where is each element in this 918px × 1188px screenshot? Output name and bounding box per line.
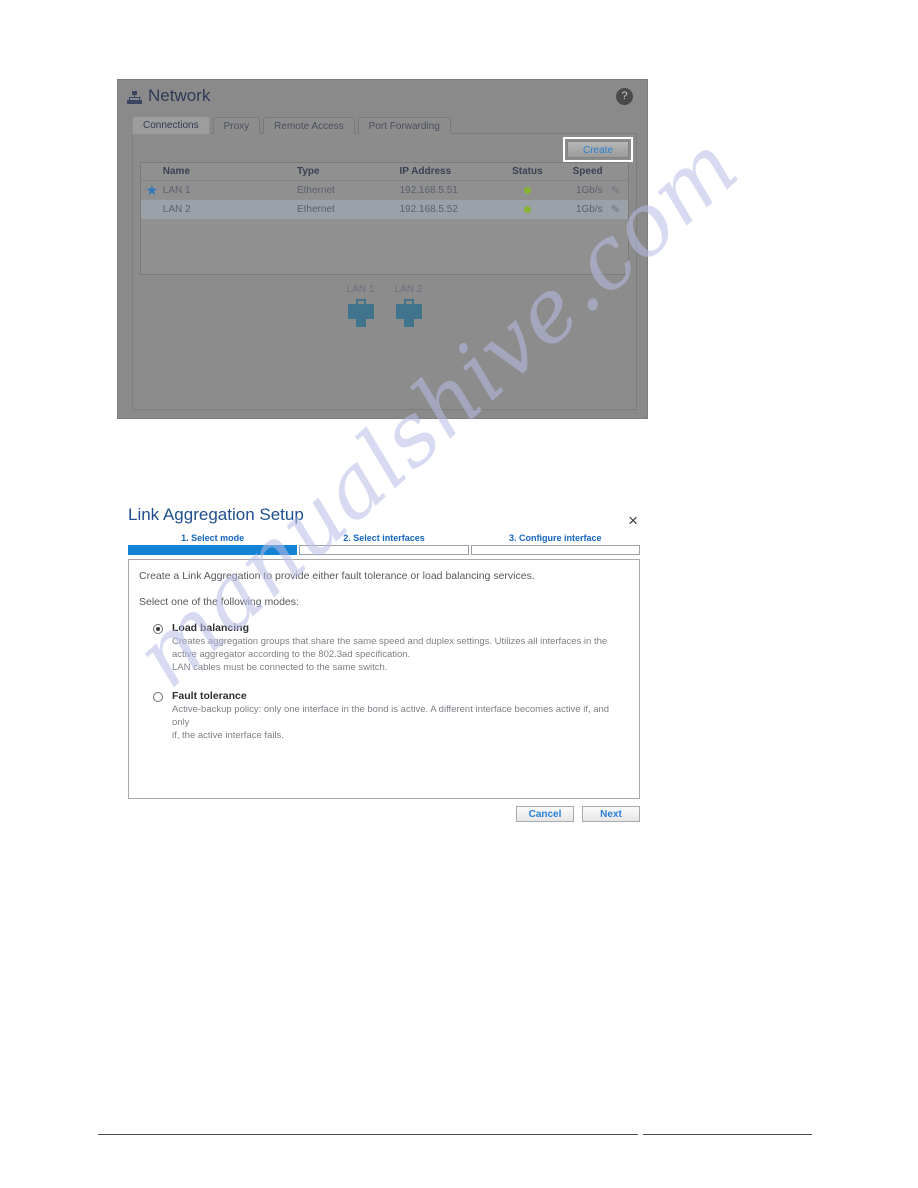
rj45-port-icon xyxy=(395,299,422,329)
step-1-label: 1. Select mode xyxy=(181,533,245,543)
row-type: Ethernet xyxy=(296,204,335,215)
row-type: Ethernet xyxy=(296,185,335,196)
mode-fault-tolerance-desc-line1: Active-backup policy: only one interface… xyxy=(172,704,610,729)
help-icon[interactable]: ? xyxy=(616,88,633,105)
step-3-progress-bar xyxy=(470,545,640,555)
dialog-content-panel: Create a Link Aggregation to provide eit… xyxy=(128,559,640,799)
status-badge xyxy=(499,204,555,215)
column-header-speed: Speed xyxy=(572,166,603,177)
mode-load-balancing-desc-line3: LAN cables must be connected to the same… xyxy=(172,661,388,673)
row-name: LAN 1 xyxy=(162,185,191,196)
create-button-focus-ring: Create xyxy=(563,137,633,162)
connections-table: Name Type IP Address Status Speed ★ LAN … xyxy=(140,162,629,275)
connections-panel: Create Name Type IP Address Status Speed… xyxy=(132,133,637,410)
mode-fault-tolerance-label: Fault tolerance xyxy=(172,690,247,703)
step-1-progress-bar xyxy=(128,545,298,555)
column-header-status: Status xyxy=(512,166,543,177)
row-ip-address: 192.168.5.51 xyxy=(399,185,458,196)
edit-pencil-icon[interactable]: ✎ xyxy=(603,184,628,197)
mode-prompt-text: Select one of the following modes: xyxy=(139,596,299,608)
lan-port-diagram: LAN 1 LAN 2 xyxy=(133,284,636,329)
step-2-select-interfaces[interactable]: 2. Select interfaces xyxy=(299,533,469,555)
dialog-title: Link Aggregation Setup xyxy=(128,505,304,524)
radio-load-balancing[interactable] xyxy=(153,624,163,634)
step-2-label: 2. Select interfaces xyxy=(343,533,425,543)
step-1-select-mode[interactable]: 1. Select mode xyxy=(128,533,298,555)
step-3-configure-interface[interactable]: 3. Configure interface xyxy=(470,533,640,555)
cancel-button[interactable]: Cancel xyxy=(516,806,574,822)
mode-load-balancing-desc-line2: active aggregator according to the 802.3… xyxy=(172,648,411,660)
dialog-intro-text: Create a Link Aggregation to provide eit… xyxy=(139,570,535,582)
step-3-label: 3. Configure interface xyxy=(509,533,602,543)
status-badge xyxy=(499,185,555,196)
mode-fault-tolerance-desc-line2: if, the active interface fails. xyxy=(172,730,284,742)
table-row[interactable]: ★ LAN 1 Ethernet 192.168.5.51 1Gb/s ✎ xyxy=(141,181,628,200)
tab-remote-access[interactable]: Remote Access xyxy=(263,117,355,134)
mode-option-fault-tolerance[interactable]: Fault tolerance Active-backup policy: on… xyxy=(139,690,629,742)
lan-port-2-label: LAN 2 xyxy=(394,284,423,295)
column-header-name: Name xyxy=(162,166,191,177)
footer-divider-left xyxy=(98,1134,638,1135)
network-tabs: Connections Proxy Remote Access Port For… xyxy=(132,116,451,134)
network-sitemap-icon xyxy=(127,91,143,104)
table-row[interactable]: LAN 2 Ethernet 192.168.5.52 1Gb/s ✎ xyxy=(141,200,628,219)
row-name: LAN 2 xyxy=(162,204,191,215)
tab-proxy[interactable]: Proxy xyxy=(212,117,261,134)
network-window: Network ? Connections Proxy Remote Acces… xyxy=(117,79,648,419)
step-2-progress-bar xyxy=(299,545,469,555)
create-button[interactable]: Create xyxy=(567,141,629,158)
mode-load-balancing-label: Load balancing xyxy=(172,622,250,634)
next-button[interactable]: Next xyxy=(582,806,640,822)
network-window-header: Network ? xyxy=(118,80,647,113)
wizard-steps: 1. Select mode 2. Select interfaces 3. C… xyxy=(128,533,640,555)
lan-port-1[interactable]: LAN 1 xyxy=(343,284,379,329)
lan-port-2[interactable]: LAN 2 xyxy=(391,284,427,329)
lan-port-1-label: LAN 1 xyxy=(346,284,375,295)
column-header-type: Type xyxy=(296,166,320,177)
page-footer-divider xyxy=(98,1134,812,1135)
favorite-star-icon[interactable]: ★ xyxy=(141,183,163,198)
column-header-ip-address: IP Address xyxy=(399,166,452,177)
row-ip-address: 192.168.5.52 xyxy=(399,204,458,215)
mode-option-load-balancing[interactable]: Load balancing Creates aggregation group… xyxy=(139,622,629,674)
link-aggregation-setup-dialog: Link Aggregation Setup × 1. Select mode … xyxy=(128,505,640,822)
edit-pencil-icon[interactable]: ✎ xyxy=(603,203,628,216)
table-header-row: Name Type IP Address Status Speed xyxy=(141,163,628,181)
radio-fault-tolerance[interactable] xyxy=(153,692,163,703)
close-icon[interactable]: × xyxy=(628,512,638,529)
footer-divider-right xyxy=(643,1134,812,1135)
page-title: Network xyxy=(148,86,211,105)
rj45-port-icon xyxy=(347,299,374,329)
row-speed: 1Gb/s xyxy=(575,204,603,215)
mode-load-balancing-desc-line1: Creates aggregation groups that share th… xyxy=(172,636,608,647)
tab-connections[interactable]: Connections xyxy=(132,116,210,134)
tab-port-forwarding[interactable]: Port Forwarding xyxy=(357,117,451,134)
dialog-footer: Cancel Next xyxy=(128,806,640,822)
row-speed: 1Gb/s xyxy=(575,185,603,196)
